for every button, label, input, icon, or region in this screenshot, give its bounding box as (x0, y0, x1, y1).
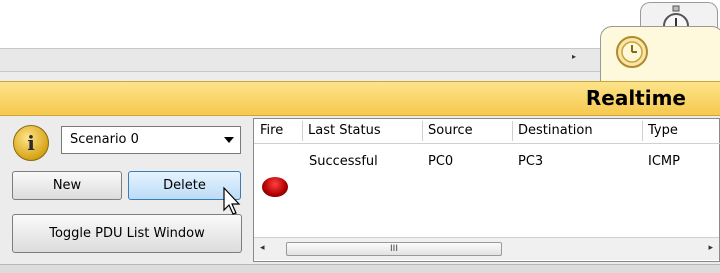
pdu-list-table: Fire Last Status Source Destination Type… (253, 118, 720, 262)
table-header-row: Fire Last Status Source Destination Type (254, 119, 720, 144)
scenario-selected-value: Scenario 0 (70, 132, 139, 147)
nav-arrow-icon[interactable]: ▸ (572, 52, 576, 61)
toggle-pdu-list-button[interactable]: Toggle PDU List Window (12, 214, 242, 253)
fire-status-indicator[interactable] (262, 177, 288, 197)
horizontal-scrollbar[interactable]: ◂ III ▸ (254, 237, 719, 260)
chevron-down-icon[interactable] (224, 137, 234, 143)
mouse-cursor-icon (222, 186, 244, 216)
info-icon[interactable]: i (13, 125, 49, 161)
new-scenario-button[interactable]: New (12, 171, 122, 200)
column-header-type[interactable]: Type (642, 119, 720, 143)
scroll-right-icon[interactable]: ▸ (708, 243, 713, 253)
cell-last-status: Successful (309, 154, 378, 169)
realtime-label: Realtime (585, 86, 686, 110)
scrollbar-thumb[interactable]: III (286, 242, 502, 256)
column-header-destination[interactable]: Destination (512, 119, 642, 143)
scroll-left-icon[interactable]: ◂ (260, 243, 265, 253)
cell-source: PC0 (428, 154, 454, 169)
top-strip (0, 48, 600, 72)
cell-type: ICMP (648, 154, 680, 169)
scenario-select[interactable]: Scenario 0 (61, 126, 241, 154)
column-header-source[interactable]: Source (422, 119, 512, 143)
column-header-last-status[interactable]: Last Status (302, 119, 422, 143)
clock-icon (614, 34, 650, 70)
column-header-fire[interactable]: Fire (254, 119, 302, 143)
table-row[interactable]: Successful PC0 PC3 ICMP (254, 144, 719, 197)
cell-destination: PC3 (518, 154, 544, 169)
